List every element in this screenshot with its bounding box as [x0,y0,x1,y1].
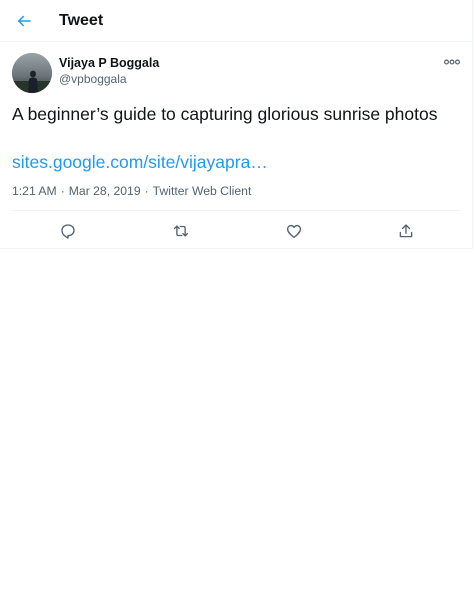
retweet-icon [173,225,189,237]
tweet-actions [0,211,473,249]
more-options-icon [444,59,460,65]
tweet-client: Twitter Web Client [152,184,252,198]
reply-icon [61,224,75,239]
tweet-time[interactable]: 1:21 AM [12,184,57,198]
tweet-date[interactable]: Mar 28, 2019 [69,184,141,198]
tweet-link[interactable]: sites.google.com/site/vijayapra… [12,151,268,173]
author-name[interactable]: Vijaya P Boggala [59,55,159,71]
tweet-meta: 1:21 AM · Mar 28, 2019 · Twitter Web Client [12,183,251,199]
page-title: Tweet [59,12,104,29]
more-options-button[interactable] [442,56,462,68]
header-bar: Tweet [0,0,473,42]
tweet-detail: Vijaya P Boggala @vpboggala A beginner’s… [0,42,473,249]
retweet-button[interactable] [170,220,192,242]
tweet-text: A beginner’s guide to capturing glorious… [12,104,438,124]
back-arrow-icon [18,15,31,27]
meta-separator: · [144,184,149,198]
reply-button[interactable] [57,220,79,242]
meta-separator: · [60,184,65,198]
back-button[interactable] [11,8,37,34]
share-icon [399,224,413,238]
share-button[interactable] [395,220,417,242]
author-handle[interactable]: @vpboggala [59,71,127,87]
avatar[interactable] [12,53,52,93]
like-button[interactable] [283,220,305,242]
avatar-photo [12,53,52,93]
heart-icon [286,224,302,239]
tweet-page: Tweet Vijaya P Boggala @vpboggala A begi… [0,0,474,615]
